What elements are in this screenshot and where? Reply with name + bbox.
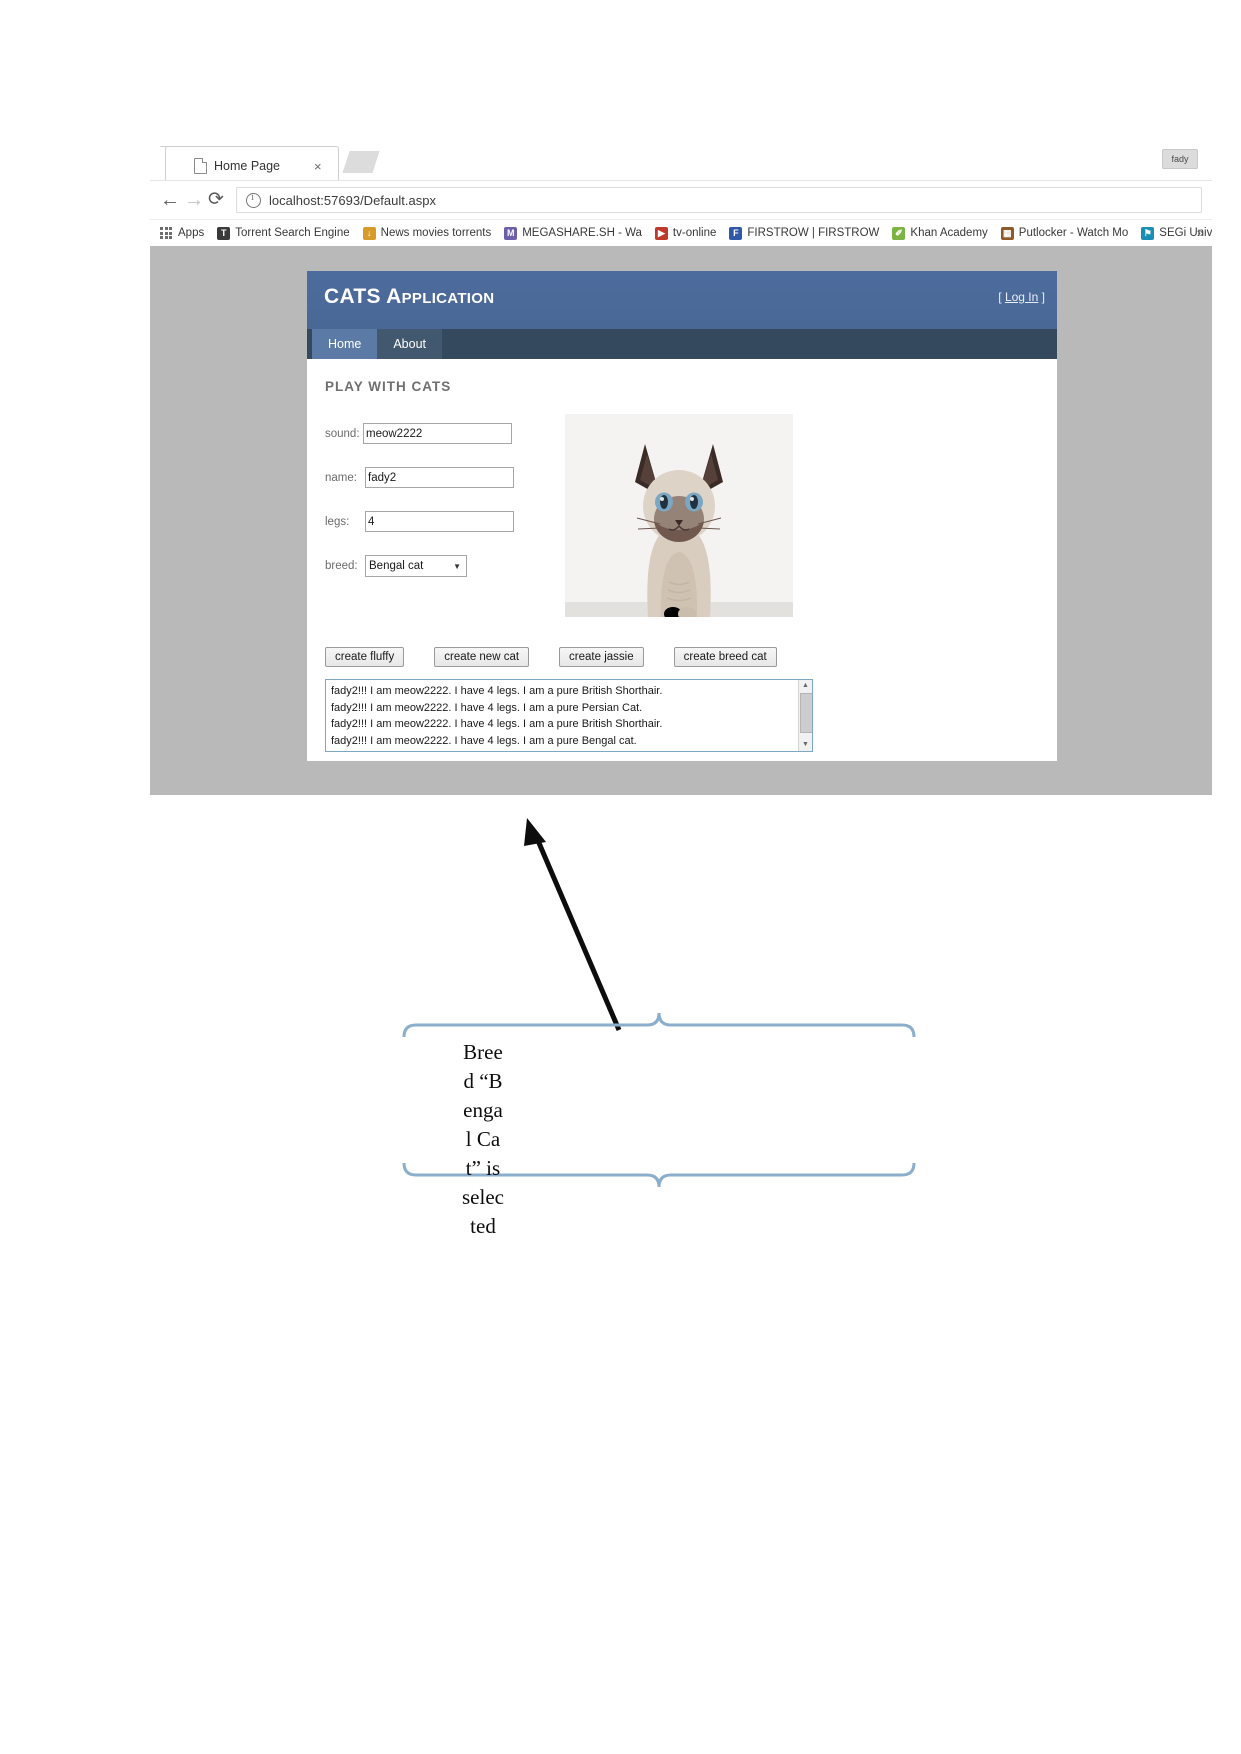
create-jassie-button[interactable]: create jassie (559, 647, 644, 667)
tab-home[interactable]: Home (312, 329, 378, 359)
forward-arrow-icon[interactable]: → (184, 190, 204, 210)
page-viewport: CATS Application [ Log In ] Home About P… (150, 246, 1212, 795)
output-line: fady2!!! I am meow2222. I have 4 legs. I… (331, 718, 663, 730)
field-row-name: name: (325, 467, 545, 488)
bracket-left: [ (998, 290, 1002, 304)
bookmark-favicon: ⚑ (1141, 226, 1155, 240)
bookmark-favicon: ▦ (1000, 226, 1014, 240)
create-fluffy-button[interactable]: create fluffy (325, 647, 405, 667)
reload-icon[interactable]: ⟳ (208, 190, 224, 210)
login-link[interactable]: [ Log In ] (998, 290, 1045, 304)
annotation-text: Breed “Bengal Cat” is selected (462, 1040, 504, 1238)
back-arrow-icon[interactable]: ← (160, 190, 180, 210)
field-row-sound: sound: (325, 423, 545, 444)
bookmark-item[interactable]: F FIRSTROW | FIRSTROW (729, 226, 880, 240)
bookmark-favicon: F (729, 226, 743, 240)
breed-selected-value: Bengal cat (369, 560, 424, 572)
bookmark-label: FIRSTROW | FIRSTROW (747, 227, 880, 239)
close-icon[interactable]: × (314, 160, 322, 173)
bookmark-favicon: ↓ (362, 226, 376, 240)
action-buttons: create fluffy create new cat create jass… (325, 647, 777, 667)
bookmark-favicon: T (217, 226, 231, 240)
url-text: localhost:57693/Default.aspx (269, 192, 436, 208)
bookmark-label: SEGi University - Awa (1159, 227, 1212, 239)
bookmark-item[interactable]: M MEGASHARE.SH - Wa (504, 226, 642, 240)
bookmark-label: Putlocker - Watch Mo (1018, 227, 1129, 239)
scroll-thumb[interactable] (800, 693, 812, 733)
output-scrollbar[interactable]: ▲ ▼ (798, 680, 812, 751)
browser-window: Home Page × fady ← → ⟳ localhost:57693/D… (147, 140, 1212, 795)
page-title: PLAY WITH CATS (325, 379, 452, 394)
field-row-legs: legs: (325, 511, 545, 532)
address-bar[interactable]: localhost:57693/Default.aspx (236, 187, 1202, 213)
app-nav-tabs: Home About (307, 329, 1057, 359)
bookmark-item[interactable]: T Torrent Search Engine (217, 226, 350, 240)
bookmark-label: Apps (178, 227, 205, 239)
page-body: PLAY WITH CATS sound: name: legs: (307, 359, 1057, 761)
apps-grid-icon (160, 226, 173, 240)
tab-about[interactable]: About (377, 329, 443, 359)
app-header: CATS Application [ Log In ] (307, 271, 1057, 329)
bookmark-favicon: ▶ (654, 226, 668, 240)
output-line: fady2!!! I am meow2222. I have 4 legs. I… (331, 685, 663, 697)
bookmark-item[interactable]: ✐ Khan Academy (892, 226, 988, 240)
breed-select[interactable]: Bengal cat ▼ (365, 555, 467, 577)
info-icon[interactable] (246, 192, 261, 208)
tab-inner: Home Page (194, 158, 280, 174)
bookmark-label: tv-online (672, 227, 717, 239)
tab-title: Home Page (214, 159, 281, 173)
brace-top (402, 1012, 916, 1038)
bookmark-favicon: M (504, 226, 518, 240)
create-breed-cat-button[interactable]: create breed cat (673, 647, 777, 667)
legs-label: legs: (325, 515, 350, 528)
browser-tab-home-page[interactable]: Home Page × (165, 146, 339, 181)
page-icon (194, 158, 207, 174)
legs-input[interactable] (365, 511, 514, 532)
breed-label: breed: (325, 560, 358, 572)
sound-input[interactable] (363, 423, 512, 444)
annotation-arrow (524, 818, 622, 1031)
bracket-right: ] (1041, 290, 1045, 304)
bookmark-label: MEGASHARE.SH - Wa (522, 227, 642, 239)
bookmark-favicon: ✐ (892, 226, 906, 240)
app-title: CATS Application (324, 285, 495, 308)
create-new-cat-button[interactable]: create new cat (434, 647, 530, 667)
bookmark-apps[interactable]: Apps (160, 226, 205, 240)
output-lines: fady2!!! I am meow2222. I have 4 legs. I… (326, 680, 812, 751)
name-input[interactable] (365, 467, 514, 488)
app-content: CATS Application [ Log In ] Home About P… (307, 271, 1057, 761)
field-row-breed: breed: Bengal cat ▼ (325, 555, 545, 577)
bookmark-item[interactable]: ↓ News movies torrents (362, 226, 492, 240)
siamese-kitten-image (565, 414, 793, 617)
browser-navigation-bar: ← → ⟳ localhost:57693/Default.aspx (150, 180, 1212, 220)
bookmarks-overflow-icon[interactable]: » (1197, 225, 1204, 240)
bookmarks-bar: Apps T Torrent Search Engine ↓ News movi… (150, 219, 1212, 246)
bookmark-item[interactable]: ▦ Putlocker - Watch Mo (1000, 226, 1129, 240)
scroll-down-icon[interactable]: ▼ (799, 739, 812, 751)
cat-photo (565, 414, 793, 617)
name-label: name: (325, 471, 357, 484)
chevron-down-icon: ▼ (453, 561, 461, 571)
bookmark-label: Torrent Search Engine (235, 227, 350, 239)
profile-button[interactable]: fady (1162, 149, 1198, 169)
bookmark-item[interactable]: ▶ tv-online (654, 226, 717, 240)
bookmark-label: Khan Academy (910, 227, 988, 239)
bookmark-label: News movies torrents (380, 227, 492, 239)
output-line: fady2!!! I am meow2222. I have 4 legs. I… (331, 734, 637, 747)
new-tab-button[interactable] (342, 151, 380, 173)
login-label[interactable]: Log In (1005, 290, 1038, 304)
output-textarea[interactable]: fady2!!! I am meow2222. I have 4 legs. I… (325, 679, 813, 752)
scroll-up-icon[interactable]: ▲ (799, 680, 812, 692)
sound-label: sound: (325, 427, 360, 440)
output-line: fady2!!! I am meow2222. I have 4 legs. I… (331, 701, 643, 714)
browser-tab-strip: Home Page × fady (147, 140, 1212, 181)
cat-form: sound: name: legs: breed: Bengal (325, 423, 545, 600)
